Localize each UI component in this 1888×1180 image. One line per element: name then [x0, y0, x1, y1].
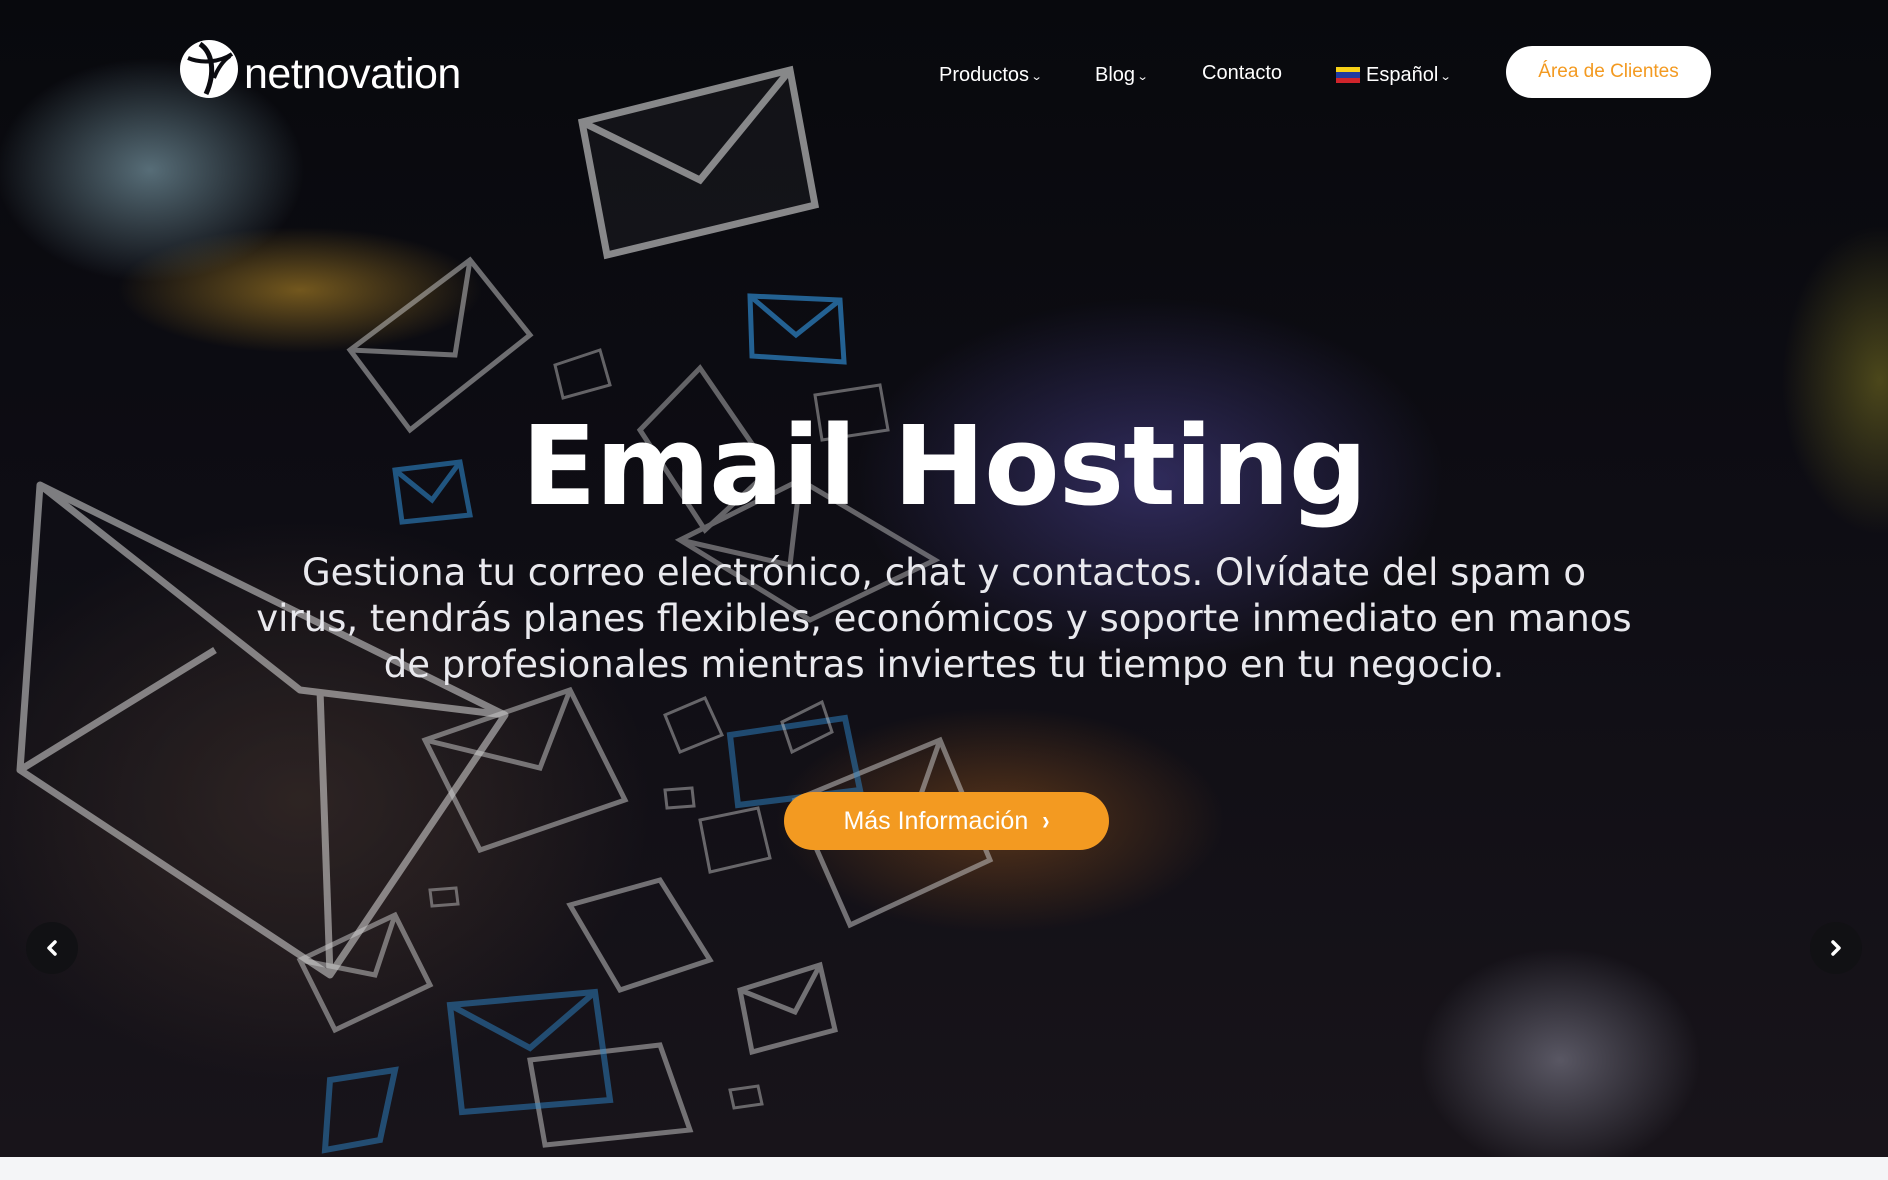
slider-next-button[interactable] — [1810, 922, 1862, 974]
chevron-down-icon: ⌄ — [1439, 71, 1452, 83]
chevron-down-icon: ⌄ — [1136, 71, 1149, 83]
language-label: Español — [1366, 64, 1439, 86]
more-info-label: Más Información — [843, 806, 1029, 835]
chevron-left-icon — [47, 940, 57, 956]
more-info-button[interactable]: Más Información › — [784, 792, 1109, 850]
nav-item-contacto[interactable]: Contacto — [1202, 56, 1282, 90]
chevron-down-icon: ⌄ — [1030, 71, 1043, 83]
venezuela-flag-icon — [1336, 67, 1360, 83]
hero-title: Email Hosting — [521, 402, 1367, 530]
hero-banner: netnovation Productos ⌄ Blog ⌄ Contacto … — [0, 0, 1888, 1157]
chevron-right-icon: › — [1042, 805, 1050, 836]
envelope-blue-icon — [747, 293, 847, 365]
slider-prev-button[interactable] — [26, 922, 78, 974]
nav-item-productos[interactable]: Productos ⌄ — [939, 56, 1043, 94]
page-section-divider — [0, 1157, 1888, 1180]
envelope-top-icon — [577, 65, 820, 260]
nav-item-label: Contacto — [1202, 62, 1283, 84]
nav-item-label: Blog — [1095, 64, 1136, 86]
chevron-right-icon — [1831, 940, 1841, 956]
hero-subtitle: Gestiona tu correo electrónico, chat y c… — [256, 551, 1632, 686]
language-selector[interactable]: Español ⌄ — [1336, 56, 1452, 94]
nav-item-label: Productos — [939, 64, 1030, 86]
nav-item-blog[interactable]: Blog ⌄ — [1095, 56, 1149, 94]
client-area-button[interactable]: Área de Clientes — [1506, 46, 1711, 98]
